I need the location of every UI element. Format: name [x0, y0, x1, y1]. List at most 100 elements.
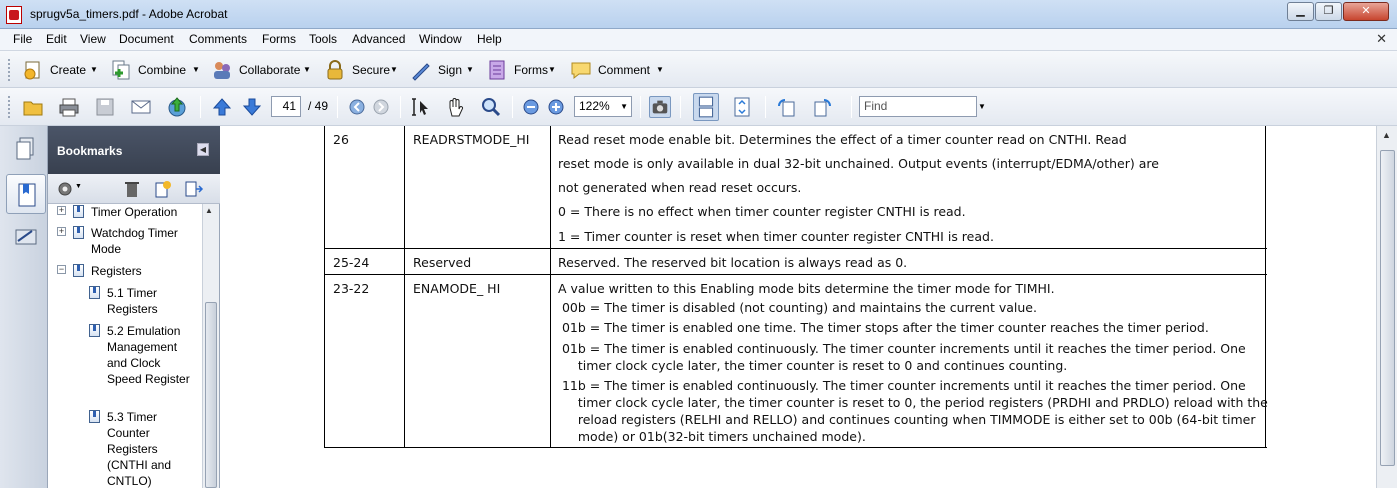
zoom-out-icon[interactable] — [520, 96, 542, 118]
toolbar-grip[interactable] — [8, 59, 11, 81]
bookmark-label: Registers — [91, 264, 142, 278]
pages-icon[interactable] — [14, 136, 36, 162]
scroll-up-icon[interactable]: ▲ — [205, 206, 213, 215]
expand-icon[interactable]: + — [57, 227, 66, 236]
bookmarks-tab[interactable] — [6, 174, 46, 214]
zoom-tool-icon[interactable] — [480, 96, 502, 118]
chevron-down-icon: ▼ — [303, 65, 311, 74]
bookmark-page-icon — [73, 226, 84, 239]
menu-tools[interactable]: Tools — [309, 32, 337, 46]
document-scrollbar[interactable]: ▲ — [1376, 126, 1397, 488]
rotate-left-icon[interactable] — [775, 96, 797, 118]
menu-comments[interactable]: Comments — [189, 32, 247, 46]
document-close-icon[interactable]: ✕ — [1376, 31, 1387, 47]
bookmark-item[interactable]: + Watchdog Timer Mode — [52, 225, 202, 259]
menu-file[interactable]: File — [13, 32, 32, 46]
next-page-icon[interactable] — [241, 96, 263, 118]
scrollbar-thumb[interactable] — [205, 302, 217, 488]
secure-label: Secure — [352, 63, 391, 77]
table-border — [324, 126, 325, 448]
close-button[interactable]: ✕ — [1343, 2, 1389, 21]
menu-edit[interactable]: Edit — [46, 32, 67, 46]
page-total: / 49 — [308, 99, 329, 113]
menu-view[interactable]: View — [80, 32, 106, 46]
comment-icon — [571, 62, 591, 80]
collapse-panel-icon[interactable]: ◀ — [197, 143, 209, 156]
zoom-level-select[interactable]: 122% ▼ — [574, 96, 632, 117]
collapse-icon[interactable]: − — [57, 265, 66, 274]
rotate-right-icon[interactable] — [812, 96, 834, 118]
forward-view-icon[interactable] — [370, 96, 392, 118]
select-text-icon[interactable] — [410, 96, 432, 118]
find-input[interactable]: Find — [859, 96, 977, 117]
signatures-icon[interactable] — [14, 226, 38, 248]
new-bookmark-icon[interactable] — [154, 180, 172, 198]
combine-icon — [112, 60, 130, 80]
collaborate-button[interactable]: Collaborate ▼ — [211, 59, 313, 81]
bookmark-item[interactable]: 5.1 Timer Registers — [52, 285, 202, 319]
chevron-down-icon: ▼ — [620, 102, 628, 111]
bookmark-item[interactable]: + Timer Operation — [52, 204, 202, 222]
combine-button[interactable]: Combine ▼ — [110, 59, 202, 81]
create-button[interactable]: Create ▼ — [22, 59, 100, 81]
zoom-level-value: 122% — [579, 99, 610, 113]
bookmark-item[interactable]: 5.3 Timer Counter Registers (CNTHI and C… — [52, 409, 202, 488]
print-icon[interactable] — [58, 96, 80, 118]
collaborate-label: Collaborate — [239, 63, 301, 77]
toolbar-separator — [680, 96, 681, 118]
forms-icon — [489, 60, 505, 80]
create-icon — [24, 61, 40, 80]
bookmark-label: 5.2 Emulation Management and Clock Speed… — [107, 324, 190, 386]
menu-document[interactable]: Document — [119, 32, 174, 46]
toolbar-grip[interactable] — [8, 96, 11, 118]
scroll-up-icon[interactable]: ▲ — [1382, 130, 1391, 140]
open-folder-icon[interactable] — [22, 96, 44, 118]
description-line: mode) or 01b(32-bit timers unchained mod… — [558, 429, 866, 444]
back-view-icon[interactable] — [346, 96, 368, 118]
scrollbar-thumb[interactable] — [1380, 150, 1395, 466]
bookmark-item[interactable]: − Registers — [52, 263, 202, 281]
find-dropdown-icon[interactable]: ▼ — [978, 102, 986, 111]
save-icon[interactable] — [94, 96, 116, 118]
delete-icon[interactable] — [124, 180, 140, 198]
bookmarks-title: Bookmarks — [57, 144, 123, 158]
menu-help[interactable]: Help — [477, 32, 502, 46]
description-line: 01b = The timer is enabled continuously.… — [558, 341, 1246, 356]
menu-advanced[interactable]: Advanced — [352, 32, 405, 46]
menu-window[interactable]: Window — [419, 32, 462, 46]
expand-icon[interactable]: + — [57, 206, 66, 215]
hand-tool-icon[interactable] — [444, 96, 466, 118]
secure-button[interactable]: Secure ▼ — [324, 59, 402, 81]
toolbar-separator — [765, 96, 766, 118]
bookmark-item[interactable]: 5.2 Emulation Management and Clock Speed… — [52, 323, 202, 405]
page-number-input[interactable]: 41 — [271, 96, 301, 117]
comment-button[interactable]: Comment ▼ — [570, 59, 668, 81]
menu-bar: File Edit View Document Comments Forms T… — [0, 29, 1397, 51]
description-line: 1 = Timer counter is reset when timer co… — [558, 229, 994, 244]
scrolling-pages-icon[interactable] — [693, 93, 719, 121]
upload-globe-icon[interactable] — [166, 96, 188, 118]
previous-page-icon[interactable] — [211, 96, 233, 118]
sign-button[interactable]: Sign ▼ — [410, 59, 476, 81]
minimize-button[interactable]: ▁ — [1287, 2, 1314, 21]
zoom-in-icon[interactable] — [545, 96, 567, 118]
bookmark-icon — [18, 183, 36, 207]
table-border — [550, 126, 551, 448]
options-gear-icon[interactable] — [56, 180, 74, 198]
expand-bookmark-icon[interactable] — [184, 180, 204, 198]
bookmarks-scrollbar[interactable]: ▲ — [202, 204, 219, 488]
table-row-divider — [324, 248, 1267, 249]
toolbar-separator — [512, 96, 513, 118]
bookmark-page-icon — [89, 324, 100, 337]
maximize-button[interactable]: ❐ — [1315, 2, 1342, 21]
forms-button[interactable]: Forms ▼ — [486, 59, 560, 81]
email-icon[interactable] — [130, 96, 152, 118]
navigation-toolbar: 41 / 49 122% ▼ Find ▼ — [0, 88, 1397, 126]
bookmark-label: Watchdog Timer Mode — [91, 226, 178, 256]
toolbar-separator — [400, 96, 401, 118]
snapshot-camera-icon[interactable] — [649, 96, 671, 118]
bookmark-label: Timer Operation — [91, 205, 178, 219]
menu-forms[interactable]: Forms — [262, 32, 296, 46]
fit-page-icon[interactable] — [731, 96, 753, 118]
chevron-down-icon: ▼ — [466, 65, 474, 74]
